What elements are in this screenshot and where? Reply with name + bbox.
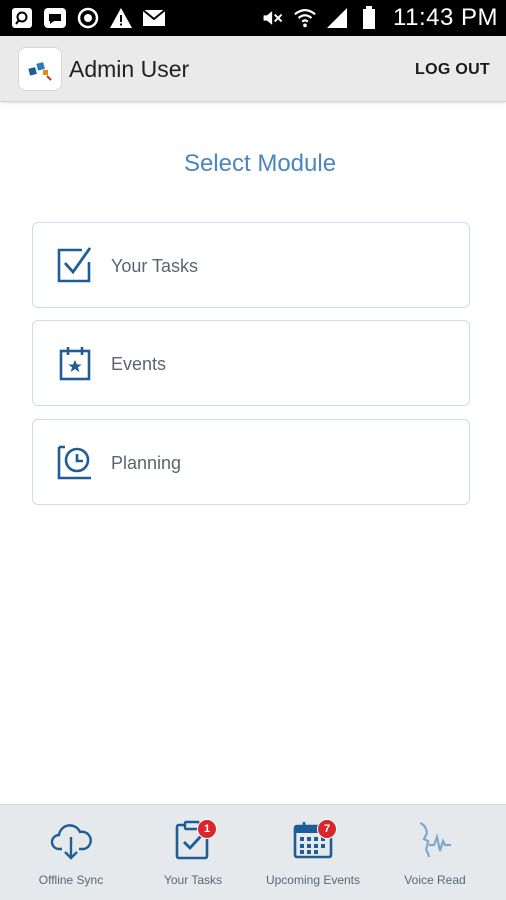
nav-label: Offline Sync (38, 873, 104, 887)
mail-icon (142, 6, 166, 30)
sync-notification-icon (76, 6, 100, 30)
status-bar: 11:43 PM (0, 0, 506, 36)
system-icons: 11:43 PM (261, 4, 498, 32)
nav-label: Voice Read (404, 873, 466, 887)
app-logo-icon (18, 47, 62, 91)
nav-label: Upcoming Events (265, 873, 361, 887)
signal-icon (325, 6, 349, 30)
warning-icon (109, 6, 133, 30)
nav-voice-read[interactable]: Voice Read (372, 805, 498, 900)
bottom-nav: Offline Sync 1 Your Tasks 7 Upcoming Eve… (0, 804, 506, 900)
chat-notification-icon (43, 6, 67, 30)
app-title: Admin User (69, 56, 190, 82)
module-label: Your Tasks (111, 256, 199, 276)
app-bar: Admin User LOG OUT (0, 36, 506, 102)
nav-upcoming-events[interactable]: 7 Upcoming Events (250, 805, 376, 900)
calendar-star-icon (56, 344, 94, 382)
module-card-planning[interactable]: Planning (32, 419, 470, 505)
nav-your-tasks[interactable]: 1 Your Tasks (130, 805, 256, 900)
search-notification-icon (10, 6, 34, 30)
clock-board-icon (56, 443, 94, 481)
logout-button[interactable]: LOG OUT (415, 61, 490, 79)
notification-icons (10, 6, 166, 30)
mute-icon (261, 6, 285, 30)
module-card-events[interactable]: Events (32, 320, 470, 406)
checkbox-icon (56, 246, 94, 284)
events-count-badge: 7 (317, 819, 337, 839)
nav-offline-sync[interactable]: Offline Sync (8, 805, 134, 900)
page-title: Select Module (183, 150, 337, 177)
nav-label: Your Tasks (163, 873, 223, 887)
module-label: Planning (111, 453, 182, 473)
module-label: Events (111, 354, 167, 374)
status-clock: 11:43 PM (393, 4, 498, 31)
module-card-your-tasks[interactable]: Your Tasks (32, 222, 470, 308)
voice-wave-icon (414, 819, 456, 861)
battery-icon (357, 6, 381, 30)
tasks-count-badge: 1 (197, 819, 217, 839)
cloud-download-icon (50, 819, 92, 861)
wifi-icon (293, 6, 317, 30)
